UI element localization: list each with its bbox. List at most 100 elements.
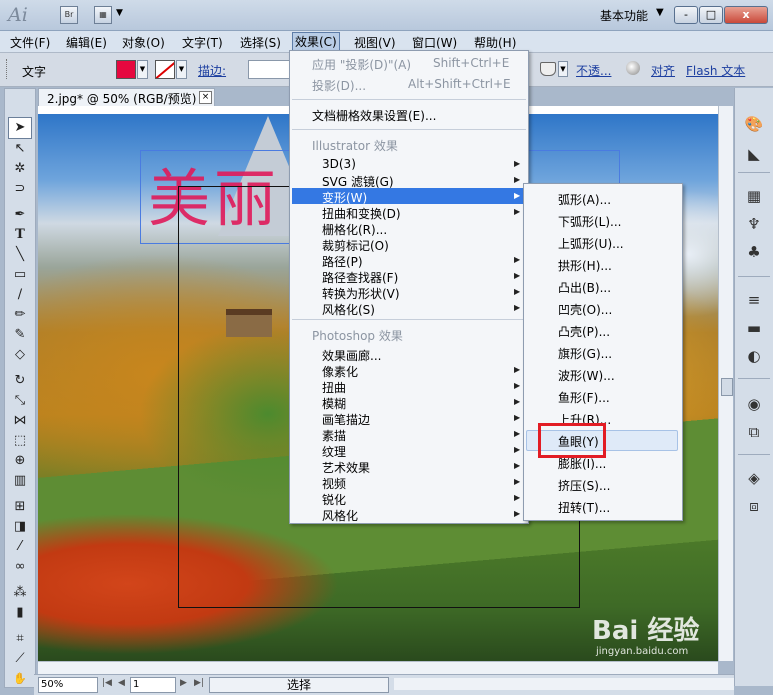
restore-button[interactable]: □ [699,6,723,24]
free-transform-tool-icon[interactable]: ⬚ [9,431,31,451]
last-page-icon[interactable]: ▶| [194,678,204,688]
workspace-switcher[interactable]: 基本功能 [600,7,648,24]
menu-item-distort[interactable]: 扭曲 [322,379,346,396]
layers-panel-icon[interactable]: ◈ [744,468,764,488]
opacity-link[interactable]: 不透... [576,62,611,79]
symbol-sprayer-tool-icon[interactable]: ⁂ [9,583,31,603]
column-graph-tool-icon[interactable]: ▮ [9,603,31,623]
color-guide-icon[interactable]: ◣ [744,144,764,164]
selection-tool-icon[interactable]: ➤ [8,117,32,139]
menu-item-crop-marks[interactable]: 裁剪标记(O) [322,237,389,254]
menu-object[interactable]: 对象(O) [122,34,165,51]
menu-item-stylize[interactable]: 风格化(S) [322,301,375,318]
status-scrollbar[interactable] [394,678,734,690]
menu-item-arc-upper[interactable]: 上弧形(U)... [558,235,624,252]
menu-item-flag[interactable]: 旗形(G)... [558,345,612,362]
menu-item-apply-last[interactable]: 应用 "投影(D)"(A) [312,56,411,73]
direct-selection-tool-icon[interactable]: ↖ [9,139,31,159]
menu-item-arch[interactable]: 拱形(H)... [558,257,612,274]
color-panel-icon[interactable]: 🎨 [744,114,764,134]
menu-item-doc-raster-settings[interactable]: 文档栅格效果设置(E)... [312,107,436,124]
menu-item-3d[interactable]: 3D(3) [322,157,356,171]
eraser-tool-icon[interactable]: ◇ [9,345,31,365]
menu-item-blur[interactable]: 模糊 [322,395,346,412]
menu-item-effect-gallery[interactable]: 效果画廊... [322,347,381,364]
rotate-tool-icon[interactable]: ↻ [9,371,31,391]
first-page-icon[interactable]: |◀ [102,678,112,688]
pen-tool-icon[interactable]: ✒ [9,205,31,225]
zoom-select[interactable]: 50% [38,677,98,693]
status-mode-display[interactable]: 选择 [209,677,389,693]
previous-page-icon[interactable]: ◀ [118,678,125,688]
menu-item-rasterize[interactable]: 栅格化(R)... [322,221,387,238]
menu-item-warp[interactable]: 变形(W) [322,189,367,206]
menu-item-bulge[interactable]: 凸出(B)... [558,279,611,296]
stroke-weight-input[interactable] [248,60,290,79]
minimize-button[interactable]: - [674,6,698,24]
arrange-documents-icon[interactable]: ▦ [94,6,112,24]
menu-item-video[interactable]: 视频 [322,475,346,492]
chevron-down-icon[interactable]: ▼ [137,60,148,79]
width-tool-icon[interactable]: ⋈ [9,411,31,431]
menu-item-last-effect[interactable]: 投影(D)... [312,77,366,94]
stroke-weight-link[interactable]: 描边: [198,62,226,79]
gradient-tool-icon[interactable]: ◨ [9,517,31,537]
chevron-down-icon[interactable]: ▼ [176,60,187,79]
menu-item-squeeze[interactable]: 挤压(S)... [558,477,610,494]
menu-item-artistic[interactable]: 艺术效果 [322,459,370,476]
chevron-down-icon[interactable]: ▼ [116,8,123,18]
brushes-icon[interactable]: ♆ [744,214,764,234]
menu-type[interactable]: 文字(T) [182,34,223,51]
menu-item-pathfinder[interactable]: 路径查找器(F) [322,269,398,286]
recolor-artwork-icon[interactable] [626,61,640,75]
menu-item-arc-lower[interactable]: 下弧形(L)... [558,213,622,230]
menu-item-twist[interactable]: 扭转(T)... [558,499,610,516]
bridge-icon[interactable]: Br [60,6,78,24]
rectangle-tool-icon[interactable]: ▭ [9,265,31,285]
menu-edit[interactable]: 编辑(E) [66,34,107,51]
menu-item-wave[interactable]: 波形(W)... [558,367,615,384]
close-icon[interactable]: × [199,91,212,104]
menu-item-convert-to-shape[interactable]: 转换为形状(V) [322,285,400,302]
chevron-down-icon[interactable]: ▼ [656,7,664,18]
menu-item-shell-upper[interactable]: 凸壳(P)... [558,323,610,340]
brush-definition-icon[interactable] [540,62,556,76]
shape-builder-tool-icon[interactable]: ⊕ [9,451,31,471]
chevron-down-icon[interactable]: ▼ [558,61,568,77]
menu-item-sketch[interactable]: 素描 [322,427,346,444]
perspective-grid-tool-icon[interactable]: ▥ [9,471,31,491]
transparency-panel-icon[interactable]: ◐ [744,346,764,366]
swatches-icon[interactable]: ▦ [744,186,764,206]
page-number-select[interactable]: 1 [130,677,176,693]
scale-tool-icon[interactable]: ⤡ [9,391,31,411]
menu-view[interactable]: 视图(V) [354,34,396,51]
menu-effect[interactable]: 效果(C) [292,32,340,51]
graphic-styles-icon[interactable]: ⧉ [744,422,764,442]
menu-item-path[interactable]: 路径(P) [322,253,363,270]
slice-tool-icon[interactable]: ⟋ [9,649,31,669]
menu-item-brush-strokes[interactable]: 画笔描边 [322,411,370,428]
artboard-tool-icon[interactable]: ⌗ [9,629,31,649]
pencil-tool-icon[interactable]: ✏ [9,305,31,325]
line-tool-icon[interactable]: ╲ [9,245,31,265]
menu-item-stylize-ps[interactable]: 风格化 [322,507,358,524]
align-link[interactable]: 对齐 [651,62,675,79]
stroke-panel-icon[interactable]: ≡ [744,290,764,310]
eyedropper-tool-icon[interactable]: ⁄ [9,537,31,557]
flash-text-link[interactable]: Flash 文本 [686,62,745,79]
menu-window[interactable]: 窗口(W) [412,34,457,51]
menu-item-distort-transform[interactable]: 扭曲和变换(D) [322,205,401,222]
hand-tool-icon[interactable]: ✋ [9,669,31,689]
fill-color-swatch[interactable] [116,60,136,79]
appearance-panel-icon[interactable]: ◉ [744,394,764,414]
blob-brush-tool-icon[interactable]: ✎ [9,325,31,345]
menu-item-pixelate[interactable]: 像素化 [322,363,358,380]
menu-select[interactable]: 选择(S) [240,34,281,51]
gradient-panel-icon[interactable]: ▬ [744,318,764,338]
menu-item-sharpen[interactable]: 锐化 [322,491,346,508]
menu-item-texture[interactable]: 纹理 [322,443,346,460]
artboards-panel-icon[interactable]: ⧈ [744,496,764,516]
type-tool-icon[interactable]: T [9,225,31,245]
close-button[interactable]: x [724,6,768,24]
menu-file[interactable]: 文件(F) [10,34,50,51]
